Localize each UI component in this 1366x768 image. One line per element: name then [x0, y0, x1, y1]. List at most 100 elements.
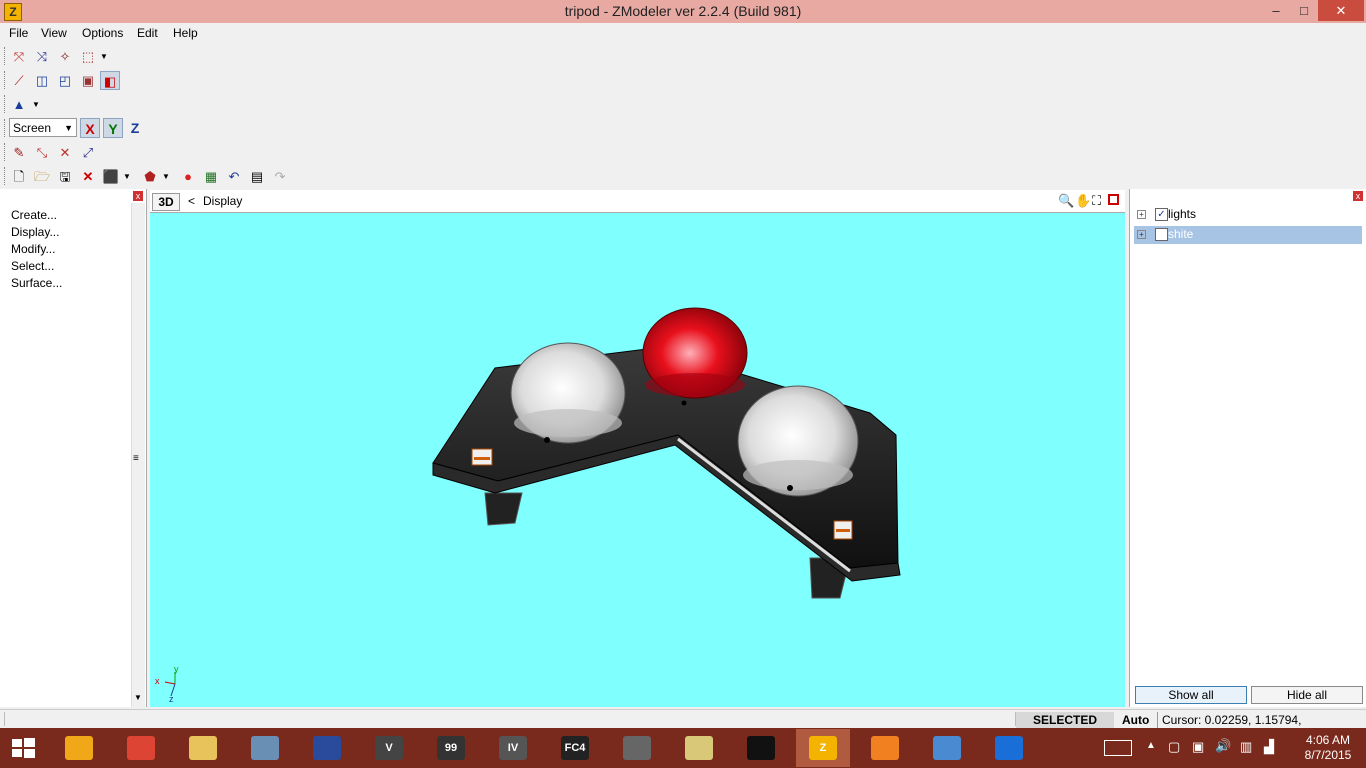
scale-icon[interactable]: ⤢	[78, 143, 98, 162]
brush-icon[interactable]: ✎	[9, 143, 29, 162]
expand-icon[interactable]: +	[1137, 230, 1146, 239]
taskbar-app-police-game[interactable]	[300, 729, 354, 767]
taskbar-app-far-cry-4[interactable]: FC4	[548, 729, 602, 767]
viewport-3d[interactable]: x y z	[150, 213, 1125, 707]
close-panel-icon[interactable]: x	[133, 191, 143, 201]
axis-y-toggle[interactable]: Y	[103, 118, 123, 138]
taskbar-app-file-manager[interactable]	[52, 729, 106, 767]
scroll-down-arrow-icon[interactable]: ▼	[134, 693, 142, 702]
taskbar-app-mail[interactable]	[982, 729, 1036, 767]
toolbar-grip[interactable]	[4, 143, 8, 161]
clock[interactable]: 4:06 AM 8/7/2015	[1298, 733, 1358, 763]
rotate-icon[interactable]: ✕	[55, 143, 75, 162]
battery-icon[interactable]: ▥	[1240, 739, 1252, 755]
move-icon[interactable]: ⤡	[32, 143, 52, 162]
close-panel-icon[interactable]: x	[1353, 191, 1363, 201]
maximize-button[interactable]: □	[1290, 0, 1318, 21]
network-icon[interactable]: ▣	[1192, 739, 1204, 755]
viewport-mode-button[interactable]: 3D	[152, 193, 180, 211]
dropdown-arrow-icon[interactable]: ▼	[121, 167, 133, 186]
taskbar-app-transformers[interactable]	[610, 729, 664, 767]
select-pick-icon[interactable]: ⤨	[32, 47, 52, 66]
delete-icon[interactable]: ✕	[78, 167, 98, 186]
dropdown-arrow-icon[interactable]: ▼	[30, 95, 42, 114]
toolbar-grip[interactable]	[4, 95, 8, 113]
coordinate-mode-select[interactable]: Screen ▼	[9, 118, 77, 137]
files-icon	[685, 736, 713, 760]
dropdown-arrow-icon[interactable]: ▼	[160, 167, 172, 186]
keyboard-icon[interactable]	[1104, 740, 1132, 756]
toolbar-grip[interactable]	[4, 119, 8, 137]
axis-z-toggle[interactable]: Z	[125, 118, 145, 138]
taskbar-app-shield[interactable]	[734, 729, 788, 767]
hide-all-button[interactable]: Hide all	[1251, 686, 1363, 704]
import-icon[interactable]: ⬛	[101, 167, 121, 186]
start-button[interactable]	[10, 736, 36, 760]
taskbar-app-explorer[interactable]	[176, 729, 230, 767]
taskbar-app-files[interactable]	[672, 729, 726, 767]
surface-command[interactable]: Surface...	[11, 276, 62, 290]
taskbar-app-gta-v[interactable]: V	[362, 729, 416, 767]
visibility-checkbox[interactable]	[1155, 228, 1168, 241]
menu-file[interactable]: File	[9, 26, 28, 40]
redo-icon[interactable]: ↷	[270, 167, 290, 186]
axis-x-toggle[interactable]: X	[80, 118, 100, 138]
level-object-icon[interactable]: ◰	[55, 71, 75, 90]
pan-hand-icon[interactable]: ✋	[1075, 193, 1091, 209]
menu-options[interactable]: Options	[82, 26, 123, 40]
coordinate-mode-value: Screen	[13, 121, 52, 135]
menu-help[interactable]: Help	[173, 26, 198, 40]
taskbar-app-chrome[interactable]	[114, 729, 168, 767]
level-mesh-icon[interactable]: ◧	[100, 71, 120, 90]
minimize-button[interactable]: –	[1262, 0, 1290, 21]
taskbar-app-zmodeler[interactable]: Z	[796, 729, 850, 767]
select-figure-icon[interactable]: ✧	[55, 47, 75, 66]
modify-command[interactable]: Modify...	[11, 242, 55, 256]
taskbar-app-image-viewer[interactable]	[920, 729, 974, 767]
tree-item-lights[interactable]: + ✓ lights	[1134, 206, 1362, 224]
scroll-grip-icon[interactable]: ≡	[133, 453, 139, 464]
level-vertex-icon[interactable]: ⟋	[9, 71, 29, 90]
zoom-icon[interactable]: 🔍	[1058, 193, 1074, 209]
menu-view[interactable]: View	[41, 26, 67, 40]
texture-icon[interactable]: ▦	[201, 167, 221, 186]
taskbar-app-audacity[interactable]	[858, 729, 912, 767]
clock-date: 8/7/2015	[1304, 748, 1352, 762]
command-panel-scrollbar[interactable]: ≡ ▼	[131, 203, 145, 707]
export-icon[interactable]: ⬟	[140, 167, 160, 186]
taskbar-app-gta-iv[interactable]: IV	[486, 729, 540, 767]
action-center-icon[interactable]: ▢	[1168, 739, 1180, 755]
zoom-extents-icon[interactable]: ⛶	[1092, 193, 1101, 209]
taskbar-app-task-monitor[interactable]	[238, 729, 292, 767]
volume-icon[interactable]: 🔊	[1215, 738, 1231, 754]
notes-icon[interactable]: ▤	[247, 167, 267, 186]
render-icon[interactable]: ●	[178, 167, 198, 186]
show-all-button[interactable]: Show all	[1135, 686, 1247, 704]
toolbar-grip[interactable]	[4, 167, 8, 185]
signal-icon[interactable]: ▟	[1264, 739, 1274, 755]
tray-expand-icon[interactable]: ▲	[1146, 740, 1156, 751]
menu-edit[interactable]: Edit	[137, 26, 158, 40]
undo-icon[interactable]: ↶	[224, 167, 244, 186]
display-command[interactable]: Display...	[11, 225, 59, 239]
visibility-checkbox[interactable]: ✓	[1155, 208, 1168, 221]
select-command[interactable]: Select...	[11, 259, 54, 273]
new-file-icon[interactable]: 🗋	[9, 167, 29, 186]
dropdown-arrow-icon[interactable]: ▼	[98, 47, 110, 66]
tree-item-shite[interactable]: + shite	[1134, 226, 1362, 244]
taskbar-app-grid-game[interactable]: 99	[424, 729, 478, 767]
level-face-icon[interactable]: ◫	[32, 71, 52, 90]
level-box-icon[interactable]: ▣	[78, 71, 98, 90]
close-button[interactable]: ✕	[1318, 0, 1364, 21]
cone-icon[interactable]: ▲	[9, 95, 29, 114]
expand-icon[interactable]: +	[1137, 210, 1146, 219]
save-icon[interactable]: 🖫	[55, 167, 75, 186]
open-file-icon[interactable]: 🗁	[32, 167, 52, 186]
viewport-back-button[interactable]: <	[188, 194, 195, 208]
select-group-icon[interactable]: ⬚	[78, 47, 98, 66]
maximize-viewport-icon[interactable]	[1108, 194, 1119, 205]
create-command[interactable]: Create...	[11, 208, 57, 222]
toolbar-grip[interactable]	[4, 47, 8, 65]
toolbar-grip[interactable]	[4, 71, 8, 89]
select-vertex-icon[interactable]: ⤧	[9, 47, 29, 66]
